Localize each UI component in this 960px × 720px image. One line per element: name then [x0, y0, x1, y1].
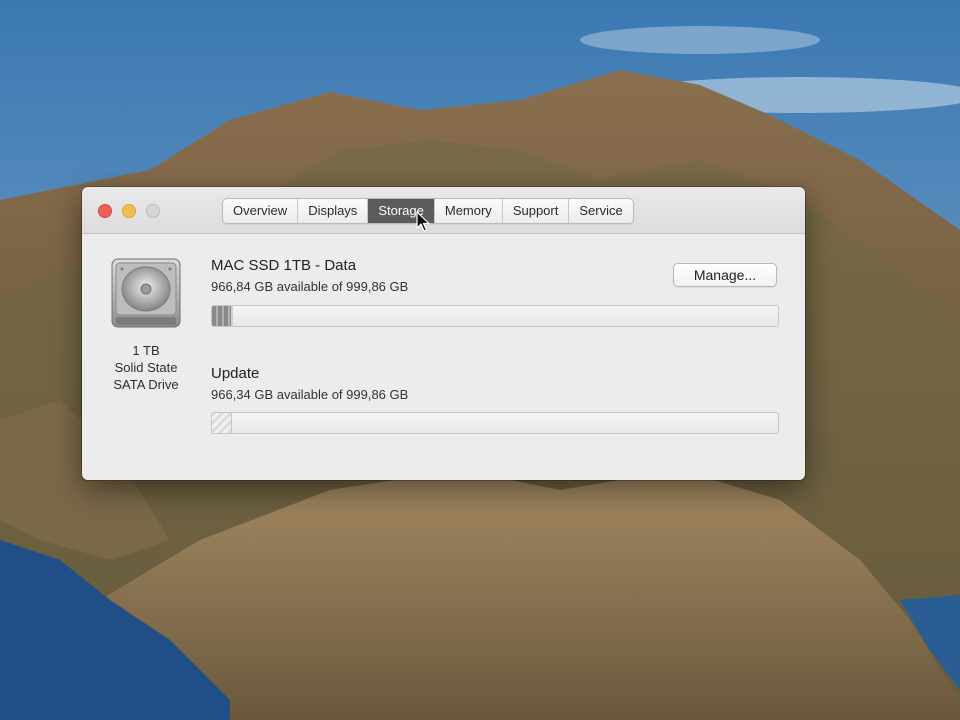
minimize-button[interactable]: [122, 204, 136, 218]
close-button[interactable]: [98, 204, 112, 218]
storage-bar-data: [211, 305, 779, 327]
zoom-button[interactable]: [146, 204, 160, 218]
hard-drive-icon: [111, 258, 181, 328]
volume-name-update: Update: [211, 365, 260, 382]
volume-available-update: 966,34 GB available of 999,86 GB: [211, 387, 409, 402]
tab-support[interactable]: Support: [503, 199, 570, 223]
window-titlebar[interactable]: Overview Displays Storage Memory Support…: [82, 187, 805, 234]
storage-bar-used-data: [212, 306, 233, 326]
tab-memory[interactable]: Memory: [435, 199, 503, 223]
volume-name-data: MAC SSD 1TB - Data: [211, 257, 357, 274]
manage-button[interactable]: Manage...: [673, 263, 777, 287]
tab-overview[interactable]: Overview: [223, 199, 299, 223]
storage-bar-update: [211, 412, 779, 434]
about-this-mac-window[interactable]: Overview Displays Storage Memory Support…: [82, 187, 805, 480]
storage-bar-used-update: [212, 413, 233, 433]
drive-interface: SATA Drive: [113, 377, 179, 392]
drive-caption: 1 TB Solid State SATA Drive: [96, 342, 196, 393]
mouse-pointer-icon: [416, 211, 430, 232]
drive-type: Solid State: [114, 360, 178, 375]
drive-capacity: 1 TB: [132, 343, 160, 358]
tab-displays[interactable]: Displays: [298, 199, 369, 223]
volume-available-data: 966,84 GB available of 999,86 GB: [211, 279, 409, 294]
tab-service[interactable]: Service: [569, 199, 632, 223]
